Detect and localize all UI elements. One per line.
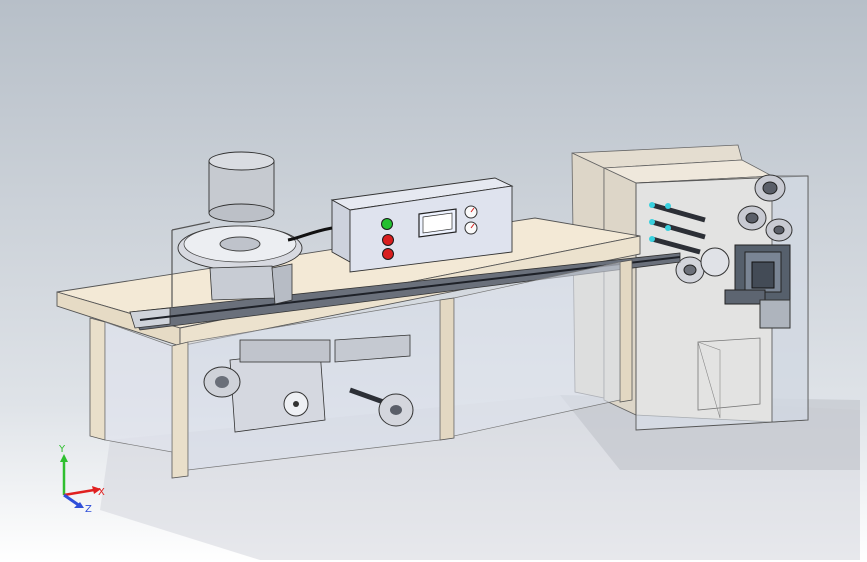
y-axis-label: Y — [58, 444, 66, 455]
coordinate-triad: Y X Z — [58, 444, 105, 515]
x-axis — [63, 486, 101, 497]
cad-viewport[interactable] — [0, 0, 867, 562]
start-button[interactable] — [381, 218, 393, 230]
z-axis — [63, 493, 84, 508]
y-axis — [60, 454, 68, 495]
display-screen — [418, 208, 457, 238]
stop-button[interactable] — [382, 234, 394, 246]
hopper-cylinder[interactable] — [208, 151, 275, 223]
emergency-button[interactable] — [382, 248, 394, 260]
z-axis-label: Z — [85, 504, 92, 515]
x-axis-label: X — [98, 487, 105, 498]
